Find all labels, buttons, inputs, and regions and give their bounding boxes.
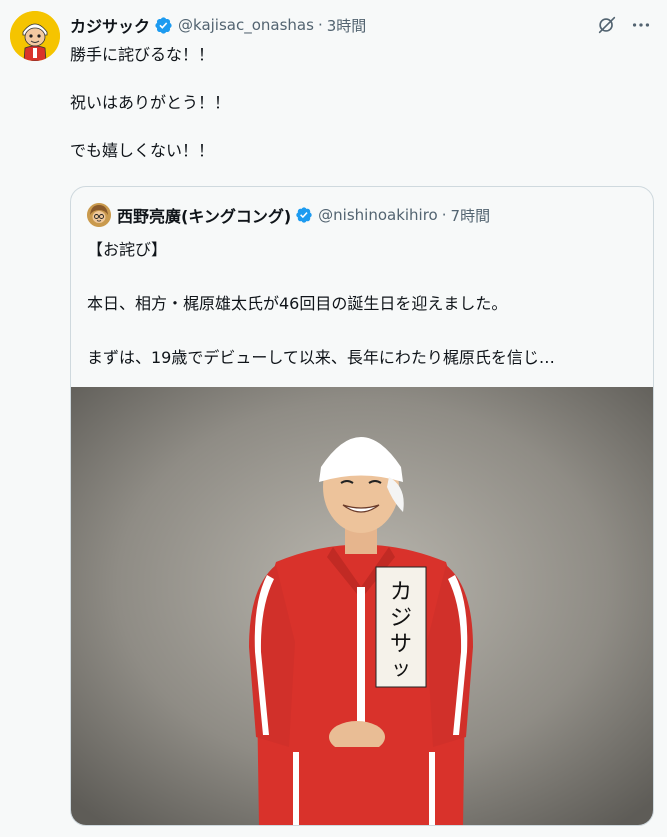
quoted-timestamp: 7時間 — [450, 206, 491, 225]
user-handle[interactable]: @kajisac_onashas — [178, 16, 314, 34]
svg-text:ッ: ッ — [391, 656, 411, 680]
timestamp[interactable]: 3時間 — [327, 15, 367, 36]
tweet-line: 祝いはありがとう！！ — [70, 93, 231, 112]
user-avatar[interactable] — [10, 11, 60, 61]
verified-badge-icon — [295, 206, 313, 224]
quoted-user-avatar — [87, 203, 111, 227]
tweet[interactable]: カジサック @kajisac_onashas · 3時間 勝手に詫びるな！！ 祝… — [0, 0, 667, 837]
separator-dot: · — [441, 206, 447, 224]
svg-text:ジ: ジ — [390, 606, 412, 631]
quoted-tweet-photo[interactable]: カ ジ サ ッ — [71, 387, 653, 825]
man-in-red-tracksuit-photo: カ ジ サ ッ — [71, 387, 653, 825]
cartoon-avatar-icon — [10, 11, 60, 61]
quoted-line: 本日、相方・梶原雄太氏が46回目の誕生日を迎えました。 — [87, 294, 508, 313]
quoted-tweet-text: 【お詫び】 本日、相方・梶原雄太氏が46回目の誕生日を迎えました。 まずは、19… — [87, 238, 643, 370]
more-options-icon[interactable] — [630, 14, 652, 36]
quoted-line: 【お詫び】 — [87, 240, 168, 259]
quoted-display-name: 西野亮廣(キングコング) — [117, 207, 292, 226]
tweet-line: 勝手に詫びるな！！ — [70, 45, 215, 64]
grok-icon[interactable] — [596, 14, 618, 36]
quoted-user-handle: @nishinoakihiro — [318, 206, 438, 224]
separator-dot: · — [317, 16, 323, 34]
quoted-line: まずは、19歳でデビューして以来、長年にわたり梶原氏を信じ… — [87, 348, 555, 367]
tweet-line: でも嬉しくない！！ — [70, 141, 215, 160]
verified-badge-icon[interactable] — [154, 16, 173, 35]
tweet-text: 勝手に詫びるな！！ 祝いはありがとう！！ でも嬉しくない！！ — [70, 43, 230, 163]
tweet-header: カジサック @kajisac_onashas · 3時間 — [70, 12, 366, 38]
svg-text:サ: サ — [390, 632, 412, 657]
svg-text:カ: カ — [390, 580, 412, 605]
quoted-tweet[interactable]: 西野亮廣(キングコング) @nishinoakihiro · 7時間 【お詫び】… — [70, 186, 654, 826]
display-name[interactable]: カジサック — [70, 13, 150, 37]
quoted-tweet-header: 西野亮廣(キングコング) @nishinoakihiro · 7時間 — [87, 203, 490, 227]
